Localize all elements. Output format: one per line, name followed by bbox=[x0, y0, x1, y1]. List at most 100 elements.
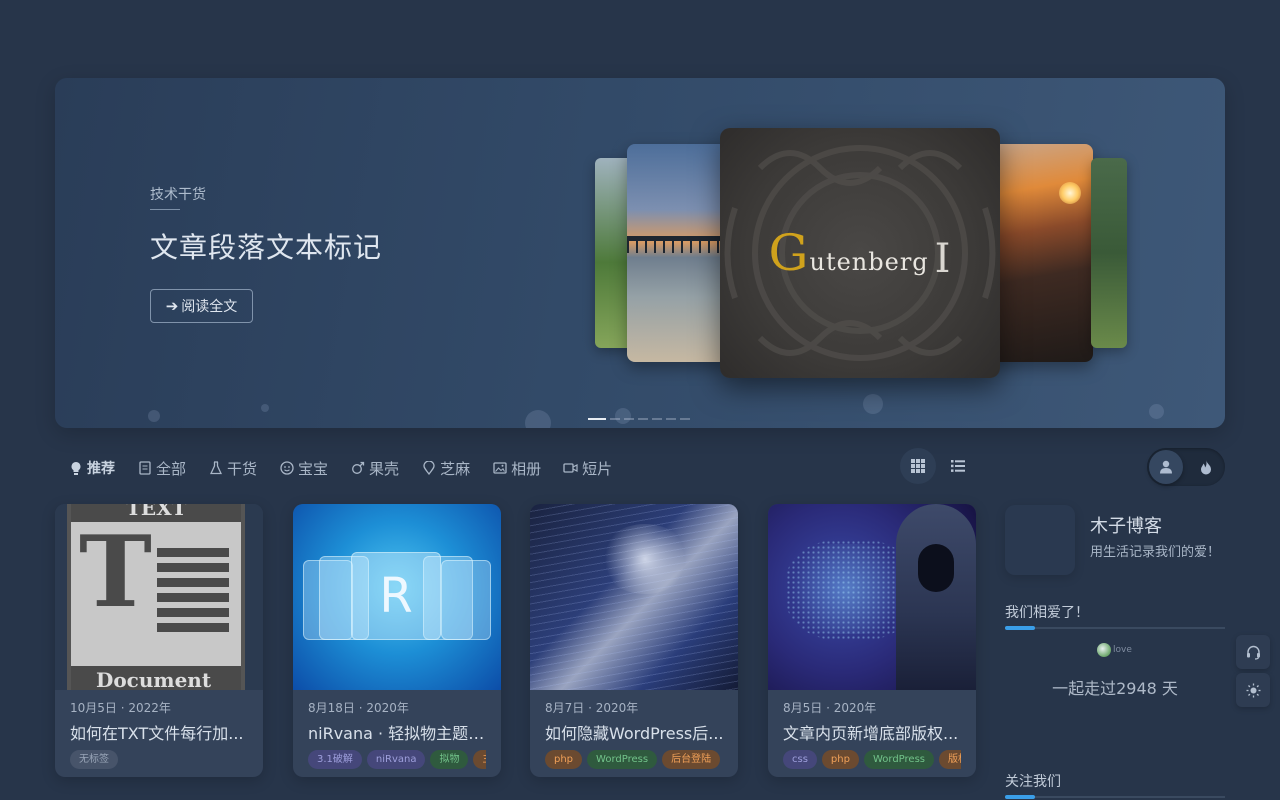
nav-item-label: 果壳 bbox=[369, 459, 400, 478]
gutenberg-logo: G utenberg I bbox=[768, 224, 952, 282]
user-button[interactable] bbox=[1149, 450, 1183, 484]
gutenberg-logo-rest: utenberg bbox=[809, 248, 929, 276]
love-image: love bbox=[1097, 643, 1132, 657]
post-tag[interactable]: niRvana bbox=[366, 750, 426, 769]
love-image-icon bbox=[1097, 643, 1111, 657]
headset-icon bbox=[1246, 645, 1260, 660]
post-tag[interactable]: php bbox=[545, 750, 583, 769]
nav-item-zhima[interactable]: 芝麻 bbox=[421, 457, 470, 479]
post-card[interactable]: 8月5日 · 2020年 文章内页新增底部版权... css php WordP… bbox=[768, 504, 976, 777]
post-tag[interactable]: 拟物 bbox=[430, 750, 469, 769]
text-cursor-icon: I bbox=[934, 236, 952, 282]
grid-view-button[interactable] bbox=[900, 448, 936, 484]
post-date: 10月5日 · 2022年 bbox=[70, 701, 171, 715]
carousel-dot[interactable] bbox=[666, 418, 676, 420]
support-button[interactable] bbox=[1236, 635, 1270, 669]
sun-icon bbox=[1246, 683, 1260, 697]
nav-item-album[interactable]: 相册 bbox=[492, 457, 541, 479]
hero-category-underline bbox=[150, 209, 180, 210]
theme-toggle-button[interactable] bbox=[1236, 673, 1270, 707]
nav-item-guoke[interactable]: 果壳 bbox=[350, 457, 399, 479]
nav-item-recommend[interactable]: 推荐 bbox=[68, 457, 115, 479]
hero-title[interactable]: 文章段落文本标记 bbox=[150, 226, 382, 266]
post-tag[interactable]: 3.1破解 bbox=[308, 750, 362, 769]
sun-shape bbox=[1059, 182, 1081, 204]
carousel-slide-right[interactable] bbox=[987, 144, 1093, 362]
carousel-slide-far-right[interactable] bbox=[1091, 158, 1127, 348]
decor-bubble bbox=[525, 410, 551, 428]
love-section-title: 我们相爱了！ bbox=[1005, 605, 1089, 621]
post-thumbnail[interactable] bbox=[768, 504, 976, 690]
baby-face-icon bbox=[279, 461, 294, 476]
section-divider bbox=[1005, 795, 1225, 799]
carousel-dot[interactable] bbox=[652, 418, 662, 420]
post-title[interactable]: 如何在TXT文件每行加... bbox=[70, 720, 250, 744]
avatar[interactable] bbox=[1005, 505, 1075, 575]
txt-document-image: TEXT T Document bbox=[67, 504, 245, 690]
nav-item-all[interactable]: 全部 bbox=[137, 457, 186, 479]
category-nav: 推荐 全部 干货 宝宝 果壳 芝麻 相册 短片 bbox=[68, 457, 634, 479]
post-card[interactable]: 8月7日 · 2020年 如何隐藏WordPress后... php WordP… bbox=[530, 504, 738, 777]
post-title[interactable]: niRvana · 轻拟物主题 3.... bbox=[308, 720, 488, 744]
arrow-right-icon: ➔ bbox=[165, 297, 179, 315]
hero-carousel[interactable]: 技术干货 文章段落文本标记 ➔ 阅读全文 G utenberg I bbox=[55, 78, 1225, 428]
post-tag[interactable]: 后台登陆 bbox=[662, 750, 721, 769]
carousel-dot[interactable] bbox=[588, 418, 606, 420]
post-card[interactable]: TEXT T Document 10月5日 · 2022年 如何在TXT文件每行… bbox=[55, 504, 263, 777]
post-tag[interactable]: 版权 bbox=[939, 750, 961, 769]
post-tags: css php WordPress 版权 bbox=[783, 750, 961, 769]
post-tags: 无标签 bbox=[70, 750, 248, 769]
post-tag[interactable]: WordPress bbox=[587, 750, 658, 769]
nav-item-label: 芝麻 bbox=[440, 459, 471, 478]
post-title[interactable]: 如何隐藏WordPress后... bbox=[545, 720, 725, 744]
read-more-button[interactable]: ➔ 阅读全文 bbox=[150, 289, 253, 323]
love-image-alt: love bbox=[1113, 645, 1132, 655]
post-card[interactable]: R 8月18日 · 2020年 niRvana · 轻拟物主题 3.... 3.… bbox=[293, 504, 501, 777]
nav-item-label: 干货 bbox=[227, 459, 258, 478]
nav-item-video[interactable]: 短片 bbox=[563, 457, 612, 479]
post-tag[interactable]: css bbox=[783, 750, 817, 769]
hero-category[interactable]: 技术干货 bbox=[150, 184, 206, 204]
carousel-dot[interactable] bbox=[680, 418, 690, 420]
r-logo-tile: R bbox=[351, 552, 441, 640]
video-icon bbox=[563, 461, 578, 476]
location-pin-icon bbox=[421, 461, 436, 476]
fire-icon bbox=[1201, 459, 1211, 474]
list-view-icon bbox=[951, 460, 965, 472]
post-thumbnail[interactable] bbox=[530, 504, 738, 690]
carousel-slide-left[interactable] bbox=[627, 144, 727, 362]
post-tag[interactable]: php bbox=[821, 750, 859, 769]
section-divider bbox=[1005, 626, 1225, 630]
nav-item-label: 宝宝 bbox=[298, 459, 329, 478]
flask-icon bbox=[208, 461, 223, 476]
user-theme-switch bbox=[1147, 448, 1225, 486]
post-thumbnail[interactable]: R bbox=[293, 504, 501, 690]
carousel-dot[interactable] bbox=[610, 418, 620, 420]
nav-item-label: 相册 bbox=[511, 459, 542, 478]
post-title[interactable]: 文章内页新增底部版权... bbox=[783, 720, 963, 744]
post-tag[interactable]: WordPress bbox=[863, 750, 934, 769]
post-tag[interactable]: 无标签 bbox=[70, 750, 118, 769]
post-date: 8月7日 · 2020年 bbox=[545, 701, 639, 715]
carousel-pagination[interactable] bbox=[588, 418, 690, 420]
post-tag[interactable]: 主题 bbox=[473, 750, 486, 769]
carousel-dot[interactable] bbox=[624, 418, 634, 420]
nav-item-baby[interactable]: 宝宝 bbox=[279, 457, 328, 479]
thumb-big-letter: T bbox=[79, 515, 152, 630]
post-thumbnail[interactable]: TEXT T Document bbox=[55, 504, 263, 690]
list-view-button[interactable] bbox=[940, 448, 976, 484]
carousel-dot[interactable] bbox=[638, 418, 648, 420]
glass-panel bbox=[441, 560, 491, 640]
nav-item-label: 全部 bbox=[156, 459, 187, 478]
nav-item-label: 短片 bbox=[582, 459, 613, 478]
nav-item-tech[interactable]: 干货 bbox=[208, 457, 257, 479]
carousel-slide-center[interactable]: G utenberg I bbox=[720, 128, 1000, 378]
user-icon bbox=[1160, 460, 1172, 474]
follow-section-title: 关注我们 bbox=[1005, 774, 1061, 790]
gutenberg-logo-initial: G bbox=[768, 224, 810, 282]
read-more-label: 阅读全文 bbox=[181, 299, 238, 315]
blog-name: 木子博客 bbox=[1090, 516, 1162, 537]
hot-button[interactable] bbox=[1197, 458, 1215, 476]
post-date: 8月18日 · 2020年 bbox=[308, 701, 409, 715]
decor-bubble bbox=[261, 404, 269, 412]
